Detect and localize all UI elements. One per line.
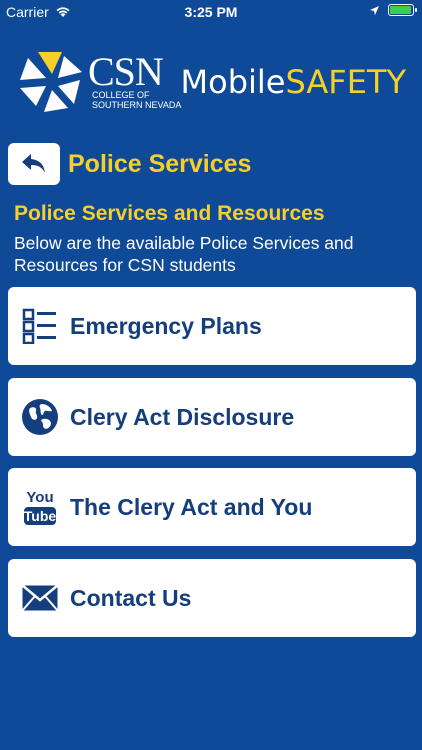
csn-logo-icon <box>20 52 82 112</box>
svg-text:You: You <box>26 489 53 506</box>
menu-item-label: Contact Us <box>70 584 192 611</box>
menu-item-emergency-plans[interactable]: Emergency Plans <box>8 287 416 365</box>
csn-wordmark: CSN <box>88 49 164 94</box>
back-arrow-icon <box>22 154 45 173</box>
csn-subtitle: COLLEGE OF SOUTHERN NEVADA <box>92 90 182 110</box>
globe-icon <box>22 399 58 435</box>
page-title: Police Services <box>68 150 252 178</box>
back-button[interactable] <box>8 143 60 185</box>
menu-item-clery-act-and-you[interactable]: You Tube The Clery Act and You <box>8 468 416 546</box>
menu-item-contact-us[interactable]: Contact Us <box>8 559 416 637</box>
section-heading: Police Services and Resources <box>14 202 325 225</box>
menu-item-clery-act-disclosure[interactable]: Clery Act Disclosure <box>8 378 416 456</box>
menu-item-label: Clery Act Disclosure <box>70 403 295 430</box>
menu-item-label: Emergency Plans <box>70 312 262 339</box>
battery-icon <box>388 4 417 16</box>
svg-text:Tube: Tube <box>24 508 57 524</box>
status-bar: Carrier 3:25 PM <box>0 0 422 24</box>
menu-item-label: The Clery Act and You <box>70 493 313 520</box>
clock: 3:25 PM <box>184 4 238 20</box>
youtube-icon: You Tube <box>24 489 57 525</box>
envelope-icon <box>21 584 59 612</box>
section-description: Below are the available Police Services … <box>14 233 354 275</box>
app-name: MobileSAFETY <box>180 63 406 101</box>
list-icon <box>22 308 56 344</box>
location-arrow-icon <box>370 5 379 15</box>
app-header: CSN COLLEGE OF SOUTHERN NEVADA MobileSAF… <box>0 40 422 120</box>
